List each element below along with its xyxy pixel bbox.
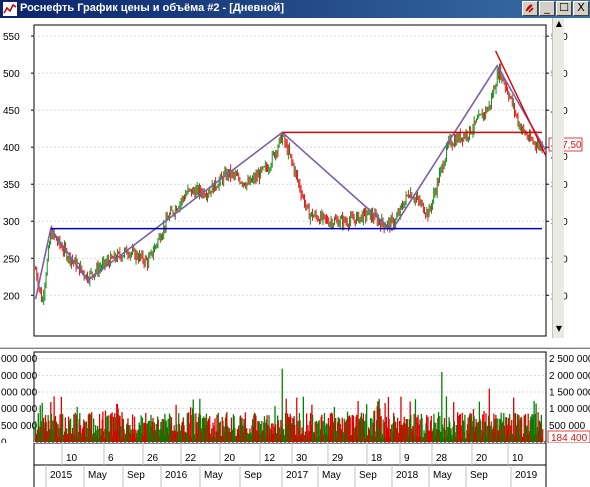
volume-tick-label-left: 500 000 — [1, 421, 38, 432]
volume-tick-label-left: 000 000 — [1, 354, 38, 365]
time-tick-label-upper: 9 — [404, 453, 410, 464]
time-tick-label-lower: Sep — [127, 470, 145, 481]
time-tick-label-lower: 2019 — [515, 470, 538, 481]
volume-tick-label-right: 1 000 000 — [549, 404, 590, 415]
window-titlebar[interactable]: Роснефть График цены и объёма #2 - [Днев… — [0, 0, 590, 18]
time-tick-label-upper: 10 — [66, 453, 78, 464]
time-tick-label-lower: May — [433, 470, 452, 481]
app-icon — [3, 2, 17, 16]
maximize-button[interactable]: ☐ — [556, 1, 572, 16]
time-axis: 10 6 26 22 20 12 30 29 18 9 28 20 10 2015 May Sep 2016 M… — [0, 443, 590, 487]
time-tick-label-upper: 30 — [296, 453, 308, 464]
volume-tick-label-right: 1 500 000 — [549, 388, 590, 399]
time-tick-label-upper: 10 — [512, 453, 524, 464]
price-tick-label-left: 200 — [3, 291, 20, 302]
time-tick-label-lower: May — [88, 470, 107, 481]
time-tick-label-upper: 18 — [371, 453, 383, 464]
time-tick-label-lower: Sep — [470, 470, 488, 481]
window-title: Роснефть График цены и объёма #2 - [Днев… — [20, 2, 285, 14]
link-icon[interactable] — [522, 1, 538, 16]
time-tick-label-upper: 22 — [185, 453, 197, 464]
time-tick-label-upper: 26 — [147, 453, 159, 464]
close-button[interactable]: X — [573, 1, 589, 16]
volume-chart[interactable]: 000 000000 000000 000000 000500 0000 2 5… — [0, 349, 590, 443]
minimize-button[interactable]: _ — [539, 1, 555, 16]
price-scrollbar[interactable]: ▲ ▼ — [552, 18, 564, 338]
price-chart[interactable]: 550500450400350300250200 550500450400350… — [0, 18, 590, 346]
time-tick-label-upper: 20 — [476, 453, 488, 464]
volume-tick-label-right: 500 000 — [549, 421, 586, 432]
price-tick-label-left: 250 — [3, 254, 20, 265]
time-tick-label-lower: Sep — [244, 470, 262, 481]
time-tick-label-upper: 12 — [264, 453, 276, 464]
current-volume-label: 184 400 — [551, 433, 588, 443]
volume-tick-label-left: 000 000 — [1, 404, 38, 415]
volume-tick-label-left: 000 000 — [1, 371, 38, 382]
scroll-up-icon[interactable]: ▲ — [554, 19, 564, 29]
time-tick-label-lower: 2018 — [396, 470, 419, 481]
volume-tick-label-right: 2 000 000 — [549, 371, 590, 382]
scroll-down-icon[interactable]: ▼ — [554, 324, 564, 334]
price-tick-label-left: 400 — [3, 143, 20, 154]
time-tick-label-lower: May — [322, 470, 341, 481]
price-tick-label-left: 550 — [3, 32, 20, 43]
price-tick-label-left: 500 — [3, 69, 20, 80]
time-tick-label-upper: 6 — [108, 453, 114, 464]
time-tick-label-lower: 2015 — [50, 470, 73, 481]
time-tick-label-upper: 20 — [224, 453, 236, 464]
time-tick-label-upper: 28 — [436, 453, 448, 464]
price-tick-label-left: 300 — [3, 217, 20, 228]
price-tick-label-left: 450 — [3, 106, 20, 117]
time-tick-label-lower: May — [204, 470, 223, 481]
volume-tick-label-right: 2 500 000 — [549, 354, 590, 365]
volume-tick-label-left: 000 000 — [1, 388, 38, 399]
time-tick-label-lower: Sep — [359, 470, 377, 481]
time-tick-label-lower: 2016 — [165, 470, 188, 481]
price-tick-label-left: 350 — [3, 180, 20, 191]
time-tick-label-lower: 2017 — [286, 470, 309, 481]
time-tick-label-upper: 29 — [332, 453, 344, 464]
